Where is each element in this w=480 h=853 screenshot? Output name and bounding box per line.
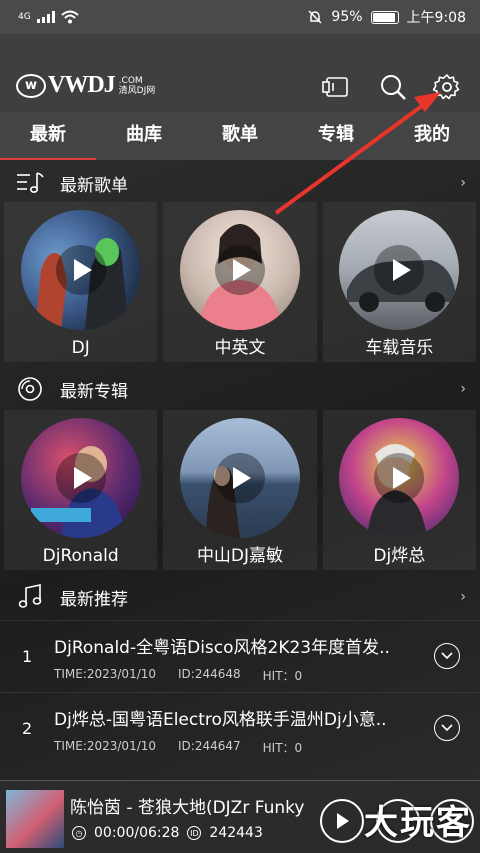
id-icon: ID xyxy=(187,826,202,840)
album-card-label: DjRonald xyxy=(42,546,119,566)
app-bar: w VWDJ .COM 清风DJ网 xyxy=(0,34,480,112)
chevron-down-icon xyxy=(441,724,453,732)
row-time: TIME:2023/01/10 xyxy=(54,667,157,681)
now-playing-id: 242443 xyxy=(209,825,263,841)
expand-button[interactable] xyxy=(434,643,460,669)
section-latest-playlists[interactable]: 最新歌单 › xyxy=(0,162,480,204)
album-card-label: Dj烨总 xyxy=(373,546,426,566)
gear-icon xyxy=(433,74,460,100)
play-icon xyxy=(374,453,425,503)
play-button[interactable] xyxy=(320,799,364,843)
tab-mine[interactable]: 我的 xyxy=(384,112,480,160)
album-card[interactable]: DjRonald xyxy=(4,410,158,570)
playlist-card[interactable]: 车载音乐 xyxy=(322,202,476,362)
play-icon xyxy=(55,453,106,503)
now-playing-time: 00:00/06:28 xyxy=(94,825,180,841)
play-icon xyxy=(214,453,265,503)
battery-icon xyxy=(370,10,399,24)
album-cards: DjRonald 中山DJ嘉敏 Dj烨总 xyxy=(0,410,480,570)
main-tabs: 最新 曲库 歌单 专辑 我的 xyxy=(0,112,480,162)
section-latest-recommend[interactable]: 最新推荐 › xyxy=(0,576,480,618)
row-title: Dj烨总-国粤语Electro风格联手温州Dj小意.. xyxy=(54,710,387,730)
now-playing-button[interactable] xyxy=(320,72,350,102)
section-title: 最新推荐 xyxy=(60,589,128,610)
row-hit: HIT：0 xyxy=(262,741,303,755)
album-card-label: 中山DJ嘉敏 xyxy=(196,546,284,566)
row-time: TIME:2023/01/10 xyxy=(54,739,157,753)
row-id: ID:244648 xyxy=(178,667,241,681)
music-note-icon xyxy=(16,583,44,611)
battery-percent: 95% xyxy=(331,9,363,25)
chevron-right-icon: › xyxy=(460,589,466,605)
cover-image xyxy=(179,418,300,538)
playlist-card-label: 中英文 xyxy=(214,338,266,358)
search-button[interactable] xyxy=(378,72,408,102)
logo-com: .COM xyxy=(118,75,143,86)
cover-image xyxy=(339,418,460,538)
row-hit: HIT：0 xyxy=(262,669,303,683)
album-card[interactable]: 中山DJ嘉敏 xyxy=(163,410,317,570)
row-number: 1 xyxy=(22,647,33,666)
cover-image xyxy=(20,210,141,330)
playlist-card[interactable]: 中英文 xyxy=(163,202,317,362)
logo-subtitle: 清风DJ网 xyxy=(118,85,156,96)
now-playing-cover xyxy=(6,790,64,848)
play-icon xyxy=(337,813,349,829)
app-logo: w VWDJ .COM 清风DJ网 xyxy=(16,72,155,99)
playlist-card-label: 车载音乐 xyxy=(365,338,434,358)
row-number: 2 xyxy=(22,719,33,738)
playlist-icon xyxy=(16,169,44,197)
section-latest-albums[interactable]: 最新专辑 › xyxy=(0,368,480,410)
expand-button[interactable] xyxy=(434,715,460,741)
playlist-card-icon xyxy=(322,77,348,97)
playlist-card[interactable]: DJ xyxy=(4,202,158,362)
playlist-cards: DJ 中英文 车载音乐 xyxy=(0,202,480,362)
list-item[interactable]: 2 Dj烨总-国粤语Electro风格联手温州Dj小意.. TIME:2023/… xyxy=(0,692,480,764)
chevron-right-icon: › xyxy=(460,381,466,397)
tab-library[interactable]: 曲库 xyxy=(96,112,192,160)
tab-albums[interactable]: 专辑 xyxy=(288,112,384,160)
row-id: ID:244647 xyxy=(178,739,241,753)
cover-image xyxy=(179,210,300,330)
play-icon xyxy=(214,245,265,295)
search-icon xyxy=(381,75,406,100)
album-disc-icon xyxy=(16,375,44,403)
settings-button[interactable] xyxy=(432,72,462,102)
tab-latest[interactable]: 最新 xyxy=(0,112,96,162)
watermark: 大玩客 xyxy=(364,803,472,843)
cover-image xyxy=(20,418,141,538)
section-title: 最新专辑 xyxy=(60,381,128,402)
chevron-right-icon: › xyxy=(460,175,466,191)
now-playing-title: 陈怡茵 - 苍狼大地(DJZr Funky xyxy=(70,798,305,818)
album-card[interactable]: Dj烨总 xyxy=(322,410,476,570)
cover-image xyxy=(339,210,460,330)
status-bar: 4G 95% 上午9:08 xyxy=(0,0,480,34)
wifi-icon xyxy=(61,10,79,24)
tab-playlists[interactable]: 歌单 xyxy=(192,112,288,160)
play-icon xyxy=(374,245,425,295)
row-title: DjRonald-全粤语Disco风格2K23年度首发.. xyxy=(54,638,390,658)
content-area: 最新歌单 › DJ 中英文 车载音乐 最新专辑 › DjRonald 中山DJ嘉… xyxy=(0,160,480,780)
playlist-card-label: DJ xyxy=(71,338,90,358)
network-label: 4G xyxy=(18,11,31,22)
mute-bell-icon xyxy=(308,10,322,24)
logo-text: VWDJ xyxy=(48,72,116,98)
logo-badge-icon: w xyxy=(16,73,46,98)
section-title: 最新歌单 xyxy=(60,175,128,196)
chevron-down-icon xyxy=(441,652,453,660)
clock: 上午9:08 xyxy=(406,10,466,26)
clock-icon: ◷ xyxy=(72,826,86,840)
signal-icon xyxy=(36,11,55,23)
play-icon xyxy=(55,245,106,295)
mini-player[interactable]: 陈怡茵 - 苍狼大地(DJZr Funky ◷ 00:00/06:28 ID 2… xyxy=(0,780,480,853)
list-item[interactable]: 1 DjRonald-全粤语Disco风格2K23年度首发.. TIME:202… xyxy=(0,620,480,692)
